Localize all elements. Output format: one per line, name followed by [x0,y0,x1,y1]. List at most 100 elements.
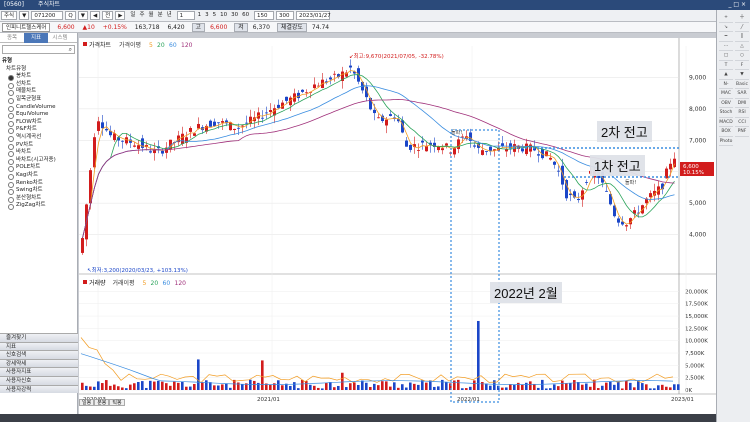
left-menu-item[interactable]: 지표 [0,341,78,351]
chart-type-item[interactable]: POLE차트 [2,164,75,172]
chart-tool-button[interactable]: 十 [735,14,749,23]
all-button[interactable]: 전 [102,11,114,20]
chart-tool-button[interactable]: SAR [735,90,749,99]
chart-tool-button[interactable]: ━ [719,33,733,42]
count-input[interactable]: 150 [254,11,275,20]
volume-bar [629,382,632,390]
chart-tool-button[interactable]: ↘ [719,24,733,32]
chart-tool-button[interactable]: BOX [719,128,733,137]
period-year-button[interactable]: 년 [167,10,172,21]
chart-type-item[interactable]: 역시계곡선 [2,134,75,142]
chart-type-item[interactable]: 일목균형표 [2,96,75,104]
chart-tool-button[interactable]: Basic [735,81,749,89]
total-input[interactable]: 300 [276,11,295,20]
chart-tool-button[interactable]: △ [735,43,749,51]
market-select[interactable]: 주식 [1,11,18,20]
chart-type-item[interactable]: 선차트 [2,81,75,89]
chart-tool-button[interactable]: CCI [735,119,749,127]
chart-tool-button[interactable]: MACD [719,119,733,127]
chart-type-item[interactable]: Swing차트 [2,187,75,195]
volume-bar [641,383,644,390]
date-input[interactable]: 2023/01/27 [296,11,331,20]
chart-tool-button[interactable]: ╱ [735,24,749,32]
prev-button[interactable]: ◀ [89,11,101,20]
tab-minute[interactable]: 분봉 [94,399,110,406]
chart-tool-button[interactable]: OBV [719,100,733,108]
chart-tool-button[interactable]: MAC [719,90,733,99]
period-week-button[interactable]: 주 [139,10,144,21]
volume-bar [437,386,440,390]
interval-input[interactable]: 1 [176,11,195,20]
interval-3[interactable]: 3 [205,10,209,21]
chart-tool-button[interactable]: DMI [735,100,749,108]
chart-tool-button[interactable]: ⋯ [719,43,733,51]
chart-type-item[interactable]: 매물차트 [2,88,75,96]
tab-indicators[interactable]: 지표 [24,33,48,43]
chart-tool-button[interactable]: Photo [719,138,733,146]
left-menu-item[interactable]: 강세약세 [0,358,78,368]
chart-tool-button[interactable]: ○ [735,52,749,61]
period-month-button[interactable]: 월 [149,10,154,21]
history-dropdown-button[interactable]: ▼ [77,11,88,20]
search-button[interactable]: Q [65,11,76,20]
volume-bar [405,387,408,390]
left-menu-item[interactable]: 신호검색 [0,350,78,359]
candle-body [193,133,196,136]
chart-tool-button[interactable]: Stoch [719,109,733,118]
chart-type-item[interactable]: FLOW차트 [2,119,75,127]
chart-tool-button[interactable]: PNF [735,128,749,137]
stock-name[interactable]: 인피니트헬스케어 [2,23,51,32]
market-dropdown-button[interactable]: ▼ [19,11,30,20]
chart-type-item[interactable]: CandleVolume [2,104,75,112]
chart-type-item[interactable]: PV차트 [2,142,75,150]
interval-30[interactable]: 30 [231,10,238,21]
interval-60[interactable]: 60 [242,10,249,21]
chart-tool-button[interactable]: ┃ [735,33,749,42]
left-menu-item[interactable]: 사용자지표 [0,367,78,376]
chart-tool-button[interactable]: + [719,14,733,23]
chart-type-item[interactable]: P&F차트 [2,126,75,134]
price-volume-chart[interactable]: 9,0008,0007,0006,0005,0004,00020,000K17,… [79,38,716,414]
volume-bar [357,385,360,390]
maximize-button[interactable]: □ [733,1,739,8]
stock-code-input[interactable]: 071200 [31,11,64,20]
chart-type-item[interactable]: 바차트 [2,149,75,157]
minimize-button[interactable]: _ [728,1,731,8]
legend-swatch [83,42,87,46]
price-tick-label: 7,000 [689,137,706,144]
interval-10[interactable]: 10 [220,10,227,21]
tab-tick[interactable]: 틱봉 [109,399,125,406]
chart-tool-button[interactable]: RSI [735,109,749,118]
tab-daily[interactable]: 일봉 [79,399,95,406]
left-search-input[interactable]: ⌕ [2,45,75,54]
left-menu-item[interactable]: 사용자강력 [0,384,78,394]
chart-type-item[interactable]: Renko차트 [2,180,75,188]
volume-bar [645,384,648,390]
tree-group[interactable]: 차트유형 [2,66,75,74]
chart-type-item[interactable]: ZigZag차트 [2,202,75,210]
chart-type-item[interactable]: EquiVolume [2,111,75,119]
close-button[interactable]: × [741,1,746,8]
chart-tool-button[interactable]: ▲ [719,71,733,80]
interval-1[interactable]: 1 [198,10,202,21]
chart-tool-button[interactable]: T [719,62,733,70]
candle-body [537,154,540,156]
tab-stocks[interactable]: 종목 [0,33,24,43]
tree-title[interactable]: 유형 [2,58,75,66]
chart-type-item[interactable]: Kagi차트 [2,172,75,180]
tab-system[interactable]: 시스템 [48,33,72,43]
left-menu-item[interactable]: 사용자신호 [0,375,78,385]
chart-tool-button[interactable]: F [735,62,749,70]
volume-bar [261,360,264,390]
chart-type-item[interactable]: 봉차트 [2,73,75,81]
next-button[interactable]: ▶ [115,11,126,20]
left-menu-item[interactable]: 즐겨찾기 [0,333,78,342]
interval-5[interactable]: 5 [213,10,217,21]
search-icon[interactable]: ⌕ [69,46,72,54]
chart-tool-button[interactable]: ▼ [735,71,749,80]
period-day-button[interactable]: 일 [130,10,135,21]
period-minute-button[interactable]: 분 [158,10,163,21]
chart-tool-button[interactable]: N-Basic [719,81,733,89]
chart-area[interactable]: 9,0008,0007,0006,0005,0004,00020,000K17,… [79,38,716,414]
chart-tool-button[interactable]: □ [719,52,733,61]
